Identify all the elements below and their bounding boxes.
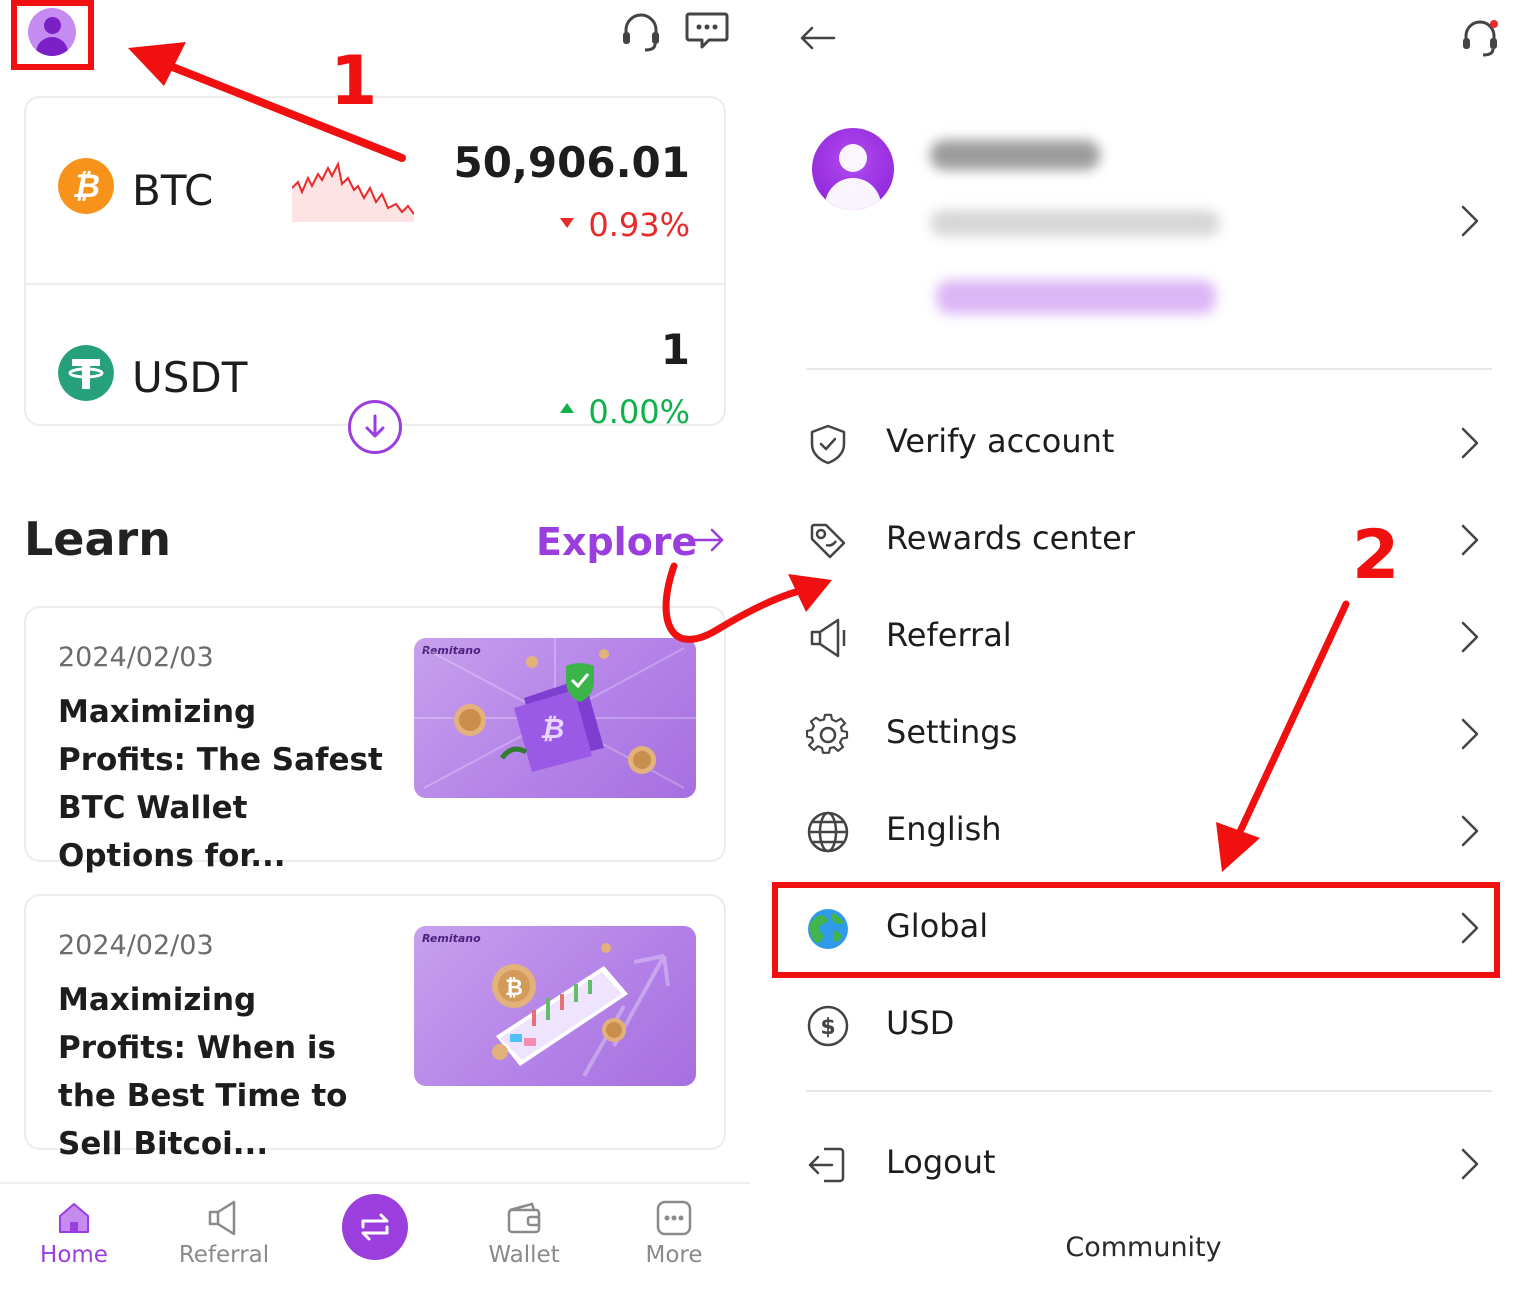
divider: [806, 368, 1492, 370]
megaphone-icon: [208, 1200, 236, 1236]
avatar-head: [839, 144, 867, 172]
expand-prices-button[interactable]: [348, 400, 402, 454]
headset-icon[interactable]: [1458, 14, 1502, 58]
nav-item-more[interactable]: More: [604, 1184, 744, 1294]
menu-item-referral[interactable]: Referral: [770, 590, 1517, 687]
menu-item-logout[interactable]: Logout: [770, 1117, 1517, 1214]
down-triangle-icon: [560, 218, 574, 228]
arrow-down-icon: [365, 414, 385, 438]
globe-outline-icon: [807, 811, 849, 853]
nav-item-home[interactable]: Home: [4, 1184, 144, 1294]
coin-symbol: USDT: [132, 353, 248, 402]
profile-summary[interactable]: [770, 110, 1517, 340]
chevron-right-icon: [1461, 524, 1479, 556]
chat-icon[interactable]: [684, 8, 730, 54]
price-row-btc[interactable]: ₿ BTC 50,906.01 0.93%: [26, 98, 726, 283]
chevron-right-icon: [1461, 205, 1479, 237]
bottom-navigation: Home Referral Wallet More: [0, 1182, 750, 1294]
gear-icon: [806, 713, 849, 754]
menu-label: Settings: [886, 713, 1018, 751]
svg-text:₿: ₿: [505, 976, 523, 1001]
article-date: 2024/02/03: [58, 930, 214, 961]
more-icon: [656, 1200, 692, 1236]
tether-icon: [58, 345, 114, 401]
article-card[interactable]: 2024/02/03 Maximizing Profits: When is t…: [24, 894, 726, 1162]
swap-icon: [361, 1213, 389, 1241]
up-triangle-icon: [560, 403, 574, 413]
menu-label: Referral: [886, 616, 1012, 654]
article-title: Maximizing Profits: The Safest BTC Walle…: [58, 694, 383, 874]
menu-item-currency[interactable]: $ USD: [770, 978, 1517, 1075]
article-thumbnail: Remitano ₿: [414, 926, 696, 1086]
svg-text:$: $: [820, 1015, 835, 1040]
btc-change: 0.93%: [588, 206, 690, 244]
menu-item-verify-account[interactable]: Verify account: [770, 396, 1517, 493]
article-thumbnail: Remitano ₿: [414, 638, 696, 798]
menu-label: Logout: [886, 1143, 996, 1181]
nav-label: Wallet: [488, 1242, 560, 1268]
avatar-body: [825, 178, 881, 210]
profile-avatar: [812, 128, 894, 210]
explore-link[interactable]: Explore: [536, 520, 697, 564]
article-card[interactable]: 2024/02/03 Maximizing Profits: The Safes…: [24, 606, 726, 874]
nav-label: More: [645, 1242, 703, 1268]
divider: [806, 1090, 1492, 1092]
svg-text:₿: ₿: [72, 167, 100, 205]
arrow-right-icon[interactable]: [690, 522, 726, 558]
annotation-highlight-global: [772, 882, 1500, 978]
usdt-price: 1: [660, 325, 690, 374]
wallet-illustration-icon: ₿: [414, 638, 696, 789]
article-title: Maximizing Profits: When is the Best Tim…: [58, 982, 348, 1162]
tag-icon: [810, 523, 846, 559]
wallet-icon: [507, 1202, 541, 1234]
account-menu-screen: Verify account Rewards center Referral S…: [770, 0, 1517, 1294]
article-date: 2024/02/03: [58, 642, 214, 673]
megaphone-icon: [810, 618, 846, 658]
nav-label: Referral: [178, 1242, 270, 1268]
nav-label: Home: [40, 1242, 108, 1268]
chevron-right-icon: [1461, 1148, 1479, 1180]
menu-label: Verify account: [886, 422, 1115, 460]
blurred-username: [930, 140, 1100, 170]
community-link[interactable]: Community: [770, 1232, 1517, 1263]
swap-button[interactable]: [342, 1194, 408, 1260]
headset-icon[interactable]: [618, 8, 664, 54]
chevron-right-icon: [1461, 427, 1479, 459]
annotation-step-2: 2: [1352, 516, 1400, 595]
home-screen: ₿ BTC 50,906.01 0.93% USDT 1 0.00% Learn…: [0, 0, 750, 1294]
btc-price: 50,906.01: [453, 138, 690, 187]
annotation-highlight-avatar: [11, 0, 94, 70]
menu-item-rewards-center[interactable]: Rewards center: [770, 493, 1517, 590]
shield-check-icon: [810, 424, 846, 465]
btc-sparkline: [292, 160, 414, 222]
blurred-badge: [936, 280, 1216, 314]
menu-item-settings[interactable]: Settings: [770, 687, 1517, 784]
learn-heading: Learn: [24, 512, 171, 566]
market-prices-card: ₿ BTC 50,906.01 0.93% USDT 1 0.00%: [24, 96, 726, 431]
nav-item-referral[interactable]: Referral: [154, 1184, 294, 1294]
menu-label: Rewards center: [886, 519, 1135, 557]
phone-chart-illustration-icon: ₿: [492, 943, 670, 1077]
nav-item-wallet[interactable]: Wallet: [454, 1184, 594, 1294]
menu-label: English: [886, 810, 1002, 848]
usdt-change: 0.00%: [588, 393, 690, 431]
logout-icon: [808, 1147, 845, 1183]
menu-item-language[interactable]: English: [770, 784, 1517, 881]
blurred-email: [930, 210, 1220, 236]
svg-text:₿: ₿: [540, 712, 565, 745]
annotation-step-1: 1: [330, 42, 378, 121]
menu-label: USD: [886, 1004, 955, 1042]
chevron-right-icon: [1461, 621, 1479, 653]
back-arrow-icon[interactable]: [796, 16, 840, 60]
coin-symbol: BTC: [132, 166, 214, 215]
chevron-right-icon: [1461, 718, 1479, 750]
chevron-right-icon: [1461, 815, 1479, 847]
home-icon: [59, 1203, 89, 1233]
bitcoin-icon: ₿: [58, 158, 114, 214]
dollar-circle-icon: $: [807, 1005, 849, 1047]
